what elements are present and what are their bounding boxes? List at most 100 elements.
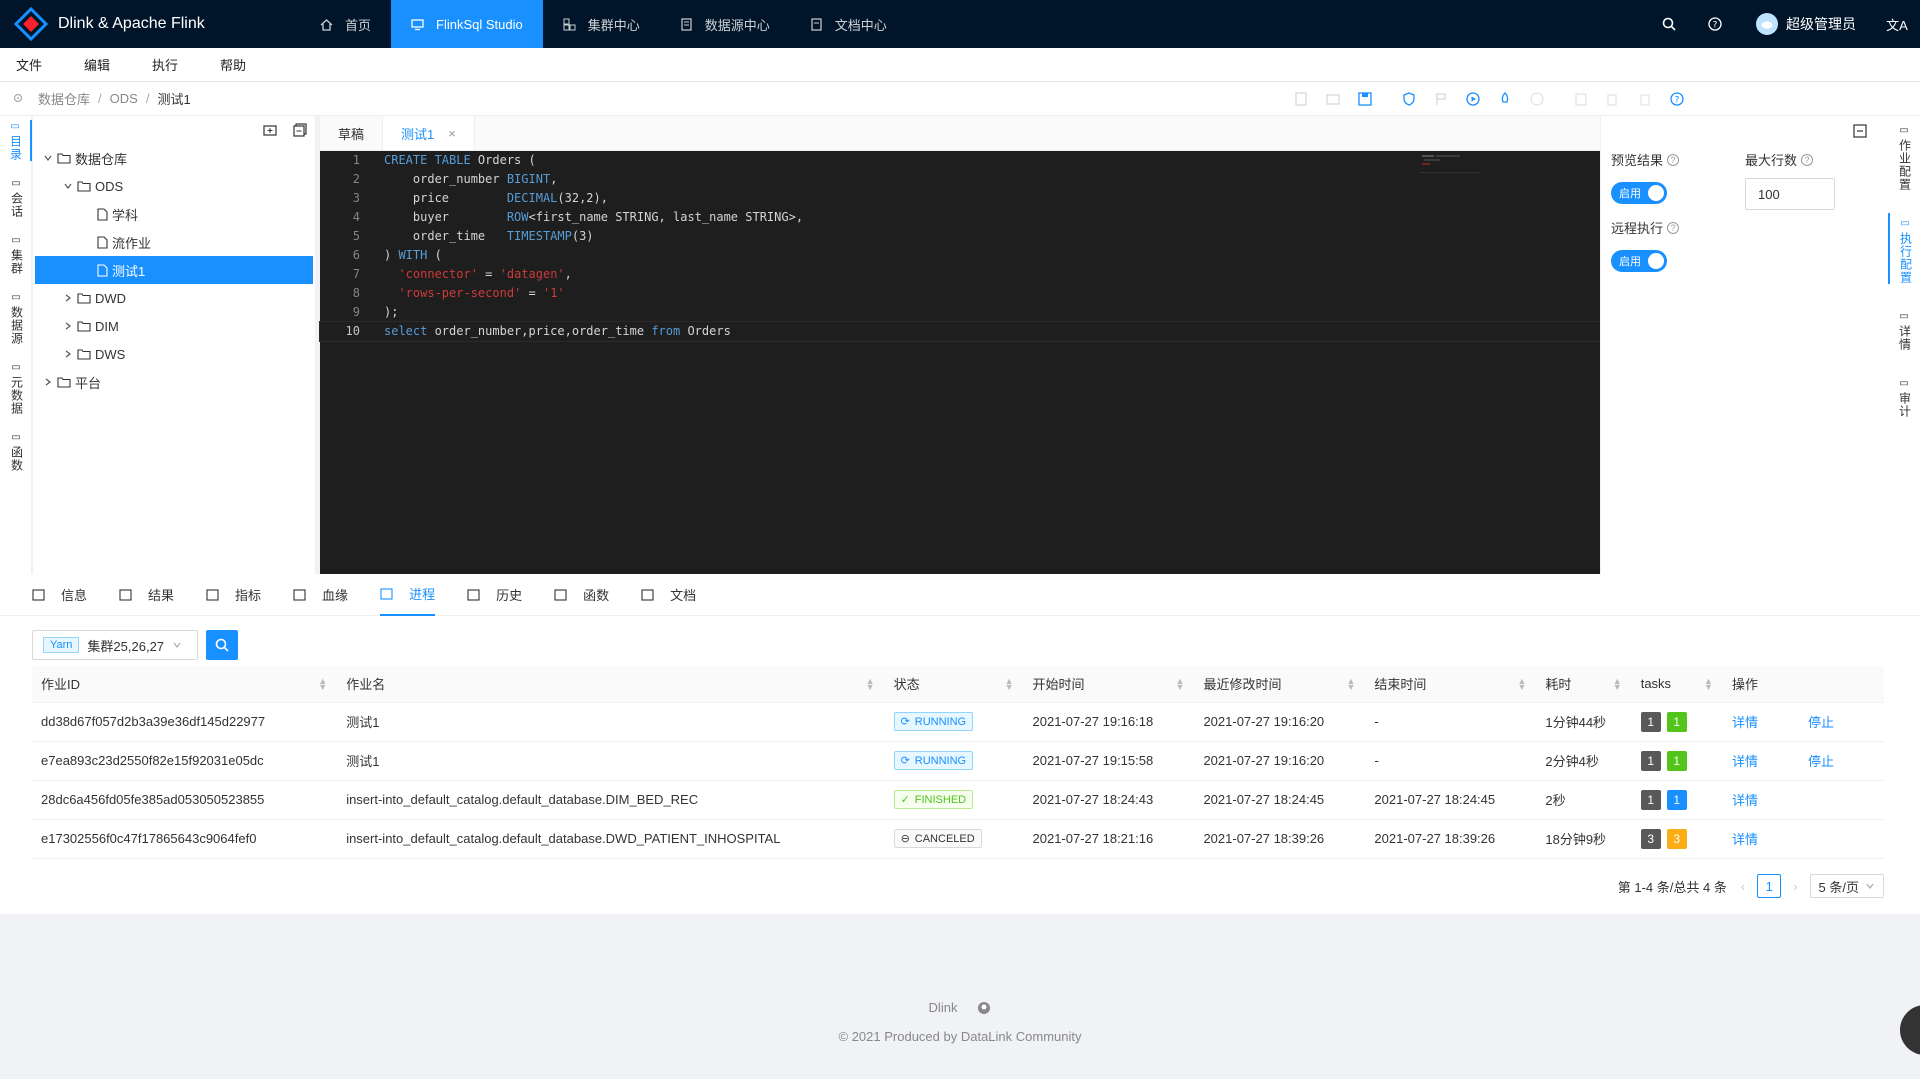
cluster-select[interactable]: Yarn 集群25,26,27 (32, 630, 198, 660)
new-folder-icon[interactable] (263, 124, 277, 136)
sort-icon[interactable]: ▲ ▼ (1005, 677, 1014, 692)
logo[interactable]: Dlink & Apache Flink (0, 0, 300, 48)
column-header[interactable]: tasks ▲ ▼ (1631, 666, 1723, 703)
minimize-icon[interactable] (1853, 124, 1867, 138)
search-icon[interactable] (1646, 0, 1692, 48)
page-number[interactable]: 1 (1757, 874, 1782, 898)
tree-node[interactable]: DIM (35, 312, 313, 340)
next-page-icon[interactable]: › (1793, 879, 1797, 894)
bottom-tab[interactable]: 结果 (119, 574, 174, 616)
sort-icon[interactable]: ▲ ▼ (1517, 677, 1526, 692)
chevron-right-icon[interactable] (39, 377, 57, 387)
tree-node[interactable]: DWS (35, 340, 313, 368)
bottom-tab[interactable]: 血缘 (293, 574, 348, 616)
column-header[interactable]: 状态 ▲ ▼ (884, 666, 1024, 703)
collapse-all-icon[interactable] (293, 123, 307, 137)
sort-icon[interactable]: ▲ ▼ (1613, 677, 1622, 692)
nav-item-2[interactable]: 集群中心 (543, 0, 660, 48)
sql-code-editor[interactable]: 1 CREATE TABLE Orders (2 order_number BIG… (319, 151, 1601, 574)
detail-link[interactable]: 详情 (1732, 790, 1808, 809)
flag-icon[interactable] (1425, 90, 1457, 108)
pause-icon[interactable] (1521, 90, 1553, 108)
sort-icon[interactable]: ▲ ▼ (1704, 677, 1713, 692)
language-icon[interactable]: 文A (1874, 0, 1920, 48)
detail-link[interactable]: 详情 (1732, 751, 1808, 770)
prev-page-icon[interactable]: ‹ (1741, 879, 1745, 894)
breadcrumb-item[interactable]: 数据仓库 (38, 89, 90, 108)
left-rail-item-2[interactable]: ▭ 集群 (0, 234, 32, 275)
sort-icon[interactable]: ▲ ▼ (866, 677, 875, 692)
column-header[interactable]: 操作 (1722, 666, 1884, 703)
question-icon[interactable]: ? (1661, 90, 1693, 108)
right-rail-item-2[interactable]: ▭ 详情 (1888, 306, 1920, 351)
chevron-right-icon[interactable] (59, 349, 77, 359)
max-rows-input[interactable]: 100 (1745, 178, 1835, 210)
close-icon[interactable]: × (448, 126, 456, 141)
column-header[interactable]: 开始时间 ▲ ▼ (1023, 666, 1195, 703)
nav-item-1[interactable]: FlinkSql Studio (391, 0, 543, 48)
copy-icon[interactable] (1597, 90, 1629, 108)
github-icon[interactable] (977, 1001, 991, 1015)
preview-result-switch[interactable]: 启用 (1611, 182, 1667, 204)
bottom-tab[interactable]: 函数 (554, 574, 609, 616)
search-button[interactable] (206, 630, 238, 660)
bottom-tab[interactable]: 指标 (206, 574, 261, 616)
column-header[interactable]: 最近修改时间 ▲ ▼ (1194, 666, 1366, 703)
sort-icon[interactable]: ▲ ▼ (318, 677, 327, 692)
tree-node[interactable]: ODS (35, 172, 313, 200)
nav-item-3[interactable]: 数据源中心 (660, 0, 790, 48)
left-rail-item-1[interactable]: ▭ 会话 (0, 177, 32, 218)
chevron-right-icon[interactable] (59, 321, 77, 331)
new-file-icon[interactable] (1285, 90, 1317, 108)
column-header[interactable]: 耗时 ▲ ▼ (1536, 666, 1632, 703)
right-rail-item-0[interactable]: ▭ 作业配置 (1888, 120, 1920, 191)
breadcrumb-item[interactable]: ODS (110, 91, 138, 106)
run-icon[interactable] (1457, 90, 1489, 108)
chevron-right-icon[interactable] (59, 293, 77, 303)
bottom-tab[interactable]: 信息 (32, 574, 87, 616)
bottom-tab[interactable]: 历史 (467, 574, 522, 616)
menu-file[interactable]: 文件 (0, 55, 68, 74)
editor-minimap[interactable] (1420, 153, 1480, 173)
footer-brand-link[interactable]: Dlink (929, 1000, 958, 1015)
left-rail-item-4[interactable]: ▭ 元数据 (0, 361, 32, 415)
tree-node[interactable]: DWD (35, 284, 313, 312)
remote-exec-switch[interactable]: 启用 (1611, 250, 1667, 272)
editor-tab[interactable]: 草稿 (320, 116, 384, 150)
left-rail-item-5[interactable]: ▭ 函数 (0, 431, 32, 472)
left-rail-item-3[interactable]: ▭ 数据源 (0, 291, 32, 345)
stop-link[interactable]: 停止 (1808, 712, 1884, 731)
sort-icon[interactable]: ▲ ▼ (1346, 677, 1355, 692)
detail-link[interactable]: 详情 (1732, 829, 1808, 848)
tree-node[interactable]: 流作业 (35, 228, 313, 256)
stop-link[interactable]: 停止 (1808, 751, 1884, 770)
tree-node[interactable]: 学科 (35, 200, 313, 228)
column-header[interactable]: 作业名 ▲ ▼ (337, 666, 885, 703)
clipboard-icon[interactable] (1565, 90, 1597, 108)
page-size-select[interactable]: 5 条/页 (1809, 874, 1884, 898)
user-menu[interactable]: 超级管理员 (1738, 13, 1874, 35)
chevron-down-icon[interactable] (59, 181, 77, 191)
nav-item-4[interactable]: 文档中心 (790, 0, 907, 48)
bottom-tab[interactable]: 进程 (380, 574, 436, 616)
delete-icon[interactable] (1629, 90, 1661, 108)
help-icon[interactable]: ? (1692, 0, 1738, 48)
detail-link[interactable]: 详情 (1732, 712, 1808, 731)
menu-edit[interactable]: 编辑 (68, 55, 136, 74)
tree-node[interactable]: 数据仓库 (35, 144, 313, 172)
bottom-tab[interactable]: 文档 (641, 574, 696, 616)
open-folder-icon[interactable] (1317, 90, 1349, 108)
rocket-icon[interactable] (1489, 90, 1521, 108)
column-header[interactable]: 作业ID ▲ ▼ (32, 666, 338, 703)
tree-node[interactable]: 平台 (35, 368, 313, 396)
menu-help[interactable]: 帮助 (204, 55, 272, 74)
save-icon[interactable] (1349, 90, 1381, 108)
right-rail-item-3[interactable]: ▭ 审计 (1888, 373, 1920, 418)
editor-tab[interactable]: 测试1 × (383, 116, 475, 150)
right-rail-item-1[interactable]: ▭ 执行配置 (1888, 213, 1920, 284)
column-header[interactable]: 结束时间 ▲ ▼ (1365, 666, 1537, 703)
tree-node[interactable]: 测试1 (35, 256, 313, 284)
chevron-down-icon[interactable] (39, 153, 57, 163)
left-rail-item-0[interactable]: ▭ 目录 (0, 120, 32, 161)
check-shield-icon[interactable] (1393, 90, 1425, 108)
